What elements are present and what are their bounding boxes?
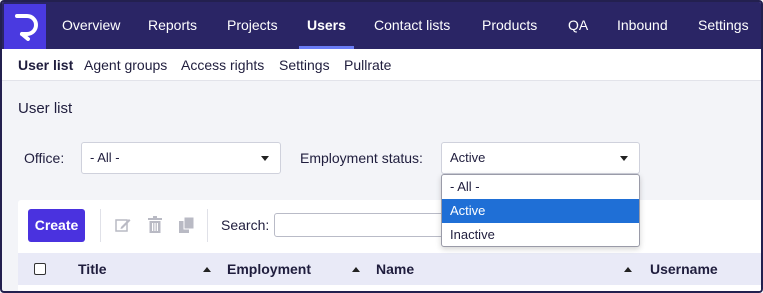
trash-icon[interactable]: [145, 214, 165, 236]
office-label: Office:: [24, 150, 65, 166]
chevron-down-icon: [261, 156, 269, 161]
column-header-name[interactable]: Name: [376, 253, 414, 285]
column-header-employment[interactable]: Employment: [227, 253, 311, 285]
toolbar-divider: [207, 209, 208, 242]
create-button[interactable]: Create: [28, 209, 85, 242]
column-header-username[interactable]: Username: [650, 253, 718, 285]
subnav-settings[interactable]: Settings: [279, 49, 330, 81]
subnav-agent-groups[interactable]: Agent groups: [84, 49, 167, 81]
employment-status-label: Employment status:: [300, 150, 423, 166]
nav-contact-lists[interactable]: Contact lists: [374, 2, 450, 49]
app-window: Overview Reports Projects Users Contact …: [0, 0, 763, 293]
sub-navigation: User list Agent groups Access rights Set…: [2, 49, 761, 81]
sort-asc-icon[interactable]: [352, 267, 360, 272]
sort-asc-icon[interactable]: [624, 267, 632, 272]
nav-inbound[interactable]: Inbound: [617, 2, 668, 49]
sort-asc-icon[interactable]: [203, 267, 211, 272]
logo-icon[interactable]: [4, 4, 46, 49]
office-select[interactable]: - All -: [81, 142, 281, 174]
employment-status-select[interactable]: Active: [441, 142, 640, 174]
subnav-pullrate[interactable]: Pullrate: [344, 49, 391, 81]
dropdown-option-active[interactable]: Active: [442, 199, 639, 223]
search-label: Search:: [221, 217, 270, 233]
chevron-down-icon: [620, 156, 628, 161]
employment-status-value: Active: [450, 150, 486, 165]
nav-products[interactable]: Products: [482, 2, 537, 49]
nav-reports[interactable]: Reports: [148, 2, 197, 49]
select-all-checkbox[interactable]: [34, 263, 46, 275]
edit-icon[interactable]: [113, 214, 133, 236]
office-select-value: - All -: [90, 150, 120, 165]
search-input[interactable]: [274, 213, 449, 237]
nav-qa[interactable]: QA: [568, 2, 588, 49]
toolbar-divider: [100, 209, 101, 242]
dropdown-option-inactive[interactable]: Inactive: [442, 223, 639, 246]
nav-settings[interactable]: Settings: [698, 2, 749, 49]
page-title: User list: [18, 100, 73, 117]
subnav-access-rights[interactable]: Access rights: [181, 49, 264, 81]
column-header-title[interactable]: Title: [78, 253, 107, 285]
dropdown-option-all[interactable]: - All -: [442, 175, 639, 199]
nav-overview[interactable]: Overview: [62, 2, 120, 49]
top-navigation: Overview Reports Projects Users Contact …: [2, 2, 761, 49]
copy-icon[interactable]: [177, 214, 197, 236]
subnav-user-list[interactable]: User list: [18, 49, 73, 81]
nav-projects[interactable]: Projects: [227, 2, 278, 49]
nav-users[interactable]: Users: [299, 2, 354, 49]
employment-status-dropdown: - All - Active Inactive: [441, 174, 640, 247]
